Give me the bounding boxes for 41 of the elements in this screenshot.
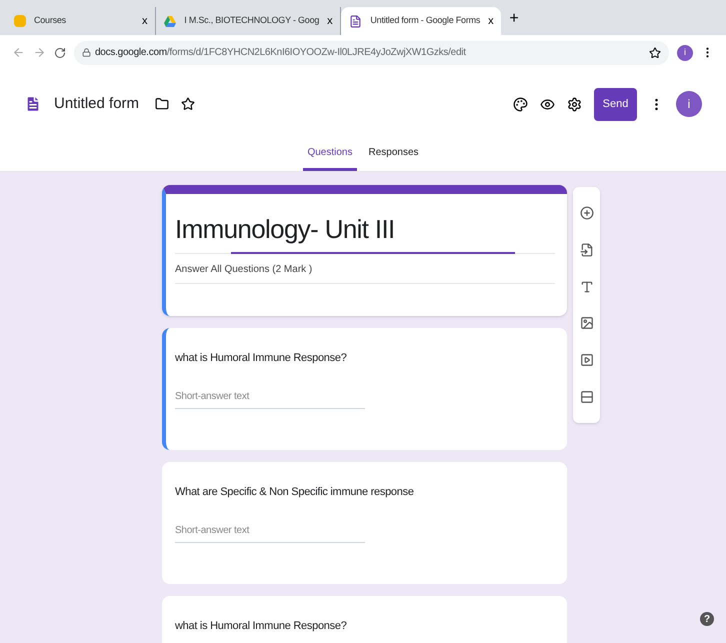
form-name: Untitled form <box>54 94 140 114</box>
tab-close[interactable]: x <box>142 12 148 30</box>
url-field[interactable]: docs.google.com/forms/d/1FC8YHCN2L6KnI6IOYOOZw-Il0LJRE4yJoZwjXW1Gzks/edit <box>74 40 669 64</box>
tab-title: Untitled form - Google Forms <box>370 14 480 28</box>
title-text-icon[interactable] <box>580 280 594 294</box>
description-input[interactable]: Answer All Questions (2 Mark ) <box>175 256 555 284</box>
title-input[interactable]: Immunology- Unit III <box>175 210 555 254</box>
new-tab-button[interactable]: + <box>509 7 519 31</box>
account-avatar[interactable]: i <box>676 91 702 117</box>
question-card[interactable]: what is Humoral Immune Response? <box>162 596 567 643</box>
lock-icon <box>82 48 91 57</box>
short-answer-field: Short-answer text <box>175 388 365 408</box>
question-card[interactable]: what is Humoral Immune Response? Short-answer text <box>162 328 567 450</box>
view-tab[interactable]: Responses <box>364 145 423 171</box>
tab-title: Courses <box>34 14 67 28</box>
question-text: what is Humoral Immune Response? <box>175 351 348 366</box>
settings-icon[interactable] <box>567 96 582 112</box>
help-button[interactable]: ? <box>700 612 714 626</box>
question-card[interactable]: What are Specific & Non Specific immune response Short-answer text <box>162 462 567 584</box>
video-icon[interactable] <box>580 352 594 367</box>
question-text: What are Specific & Non Specific immune response <box>175 485 415 500</box>
star-icon[interactable] <box>181 97 196 111</box>
url-text: docs.google.com/forms/d/1FC8YHCN2L6KnI6IOYOOZw-Il0LJRE4yJoZwjXW1Gzks/edit <box>95 46 466 60</box>
import-icon[interactable] <box>580 242 594 257</box>
reload-icon[interactable] <box>54 46 66 58</box>
section-icon[interactable] <box>580 390 594 404</box>
folder-icon[interactable] <box>155 97 170 111</box>
send-button[interactable]: Send <box>594 88 637 120</box>
short-answer-field: Short-answer text <box>175 522 365 542</box>
profile-avatar[interactable]: i <box>677 44 693 60</box>
preview-icon[interactable] <box>540 96 555 112</box>
bookmark-star-icon[interactable] <box>649 46 661 58</box>
tab-close[interactable]: x <box>327 12 332 30</box>
tab-title: I M.Sc., BIOTECHNOLOGY - Goog <box>184 14 320 28</box>
tab-close[interactable]: x <box>488 12 494 30</box>
add-question-icon[interactable] <box>580 206 594 220</box>
question-text: what is Humoral Immune Response? <box>175 619 348 634</box>
view-tab[interactable]: Questions <box>303 145 356 171</box>
image-icon[interactable] <box>580 316 594 330</box>
palette-icon[interactable] <box>513 96 528 112</box>
browser-tab[interactable]: Untitled form - Google Forms x <box>341 7 502 35</box>
